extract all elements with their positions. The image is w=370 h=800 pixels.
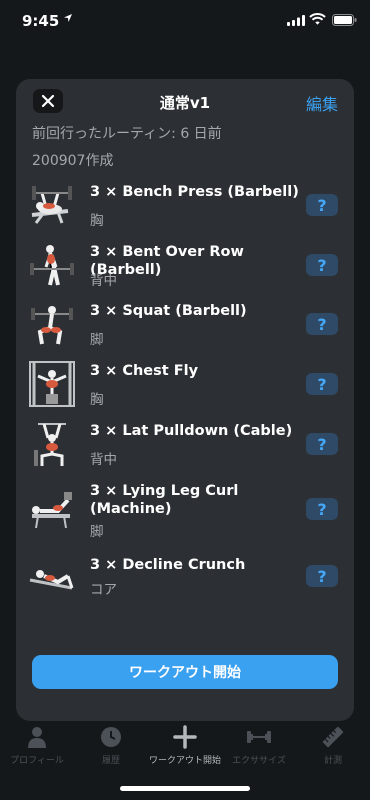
- tab-label: 履歴: [101, 756, 120, 766]
- exercise-row-lat-pulldown[interactable]: 3 × Lat Pulldown (Cable) 背中 ?: [16, 418, 354, 474]
- exercise-name: 3 × Decline Crunch: [90, 557, 246, 573]
- chest-fly-illustration-icon: [28, 360, 76, 408]
- exercise-muscle: 脚: [90, 332, 104, 348]
- bent-over-row-illustration-icon: [28, 241, 76, 289]
- exercise-row-decline-crunch[interactable]: 3 × Decline Crunch コア ?: [16, 552, 354, 608]
- exercise-muscle: 胸: [90, 213, 104, 229]
- exercise-muscle: 脚: [90, 524, 104, 540]
- routine-title: 通常v1: [159, 94, 211, 112]
- exercise-name: 3 × Bent Over Row (Barbell): [90, 244, 244, 278]
- status-bar: 9:45: [0, 0, 370, 44]
- decline-crunch-illustration-icon: [28, 554, 76, 602]
- ruler-icon: [322, 726, 344, 748]
- battery-icon: [332, 14, 357, 26]
- exercise-help-button[interactable]: ?: [306, 373, 338, 395]
- start-workout-button[interactable]: ワークアウト開始: [32, 655, 338, 689]
- status-time: 9:45: [22, 12, 60, 30]
- tab-label: エクササイズ: [232, 756, 286, 766]
- clock-icon: [101, 727, 121, 747]
- exercise-help-button[interactable]: ?: [306, 565, 338, 587]
- exercise-name: 3 × Chest Fly: [90, 363, 199, 379]
- exercise-muscle: 胸: [90, 392, 104, 408]
- plus-icon: [173, 725, 197, 749]
- cellular-signal-icon: [287, 15, 305, 26]
- edit-button[interactable]: 編集: [306, 91, 338, 115]
- exercise-name: 3 × Lat Pulldown (Cable): [90, 423, 293, 439]
- exercise-row-bent-over-row[interactable]: 3 × Bent Over Row (Barbell) 背中 ?: [16, 239, 354, 295]
- squat-illustration-icon: [28, 300, 76, 348]
- wifi-icon: [309, 13, 326, 25]
- exercise-help-button[interactable]: ?: [306, 433, 338, 455]
- tab-exercises[interactable]: エクササイズ: [222, 725, 296, 766]
- tab-start-workout[interactable]: ワークアウト開始: [148, 725, 222, 766]
- exercise-name: 3 × Lying Leg Curl (Machine): [90, 483, 239, 517]
- exercise-help-button[interactable]: ?: [306, 498, 338, 520]
- exercise-row-bench-press[interactable]: 3 × Bench Press (Barbell) 胸 ?: [16, 179, 354, 235]
- exercise-muscle: コア: [90, 582, 117, 598]
- dumbbell-icon: [247, 731, 271, 743]
- lying-leg-curl-illustration-icon: [28, 484, 76, 532]
- bench-press-illustration-icon: [28, 181, 76, 229]
- routine-sheet: 通常v1 編集 前回行ったルーティン: 6 日前 200907作成 3 × Be…: [16, 79, 354, 721]
- exercise-muscle: 背中: [90, 452, 117, 468]
- exercise-row-chest-fly[interactable]: 3 × Chest Fly 胸 ?: [16, 358, 354, 414]
- exercise-row-lying-leg-curl[interactable]: 3 × Lying Leg Curl (Machine) 脚 ?: [16, 478, 354, 548]
- tab-profile[interactable]: プロフィール: [0, 725, 74, 766]
- profile-icon: [28, 727, 46, 748]
- exercise-help-button[interactable]: ?: [306, 254, 338, 276]
- lat-pulldown-illustration-icon: [28, 420, 76, 468]
- tab-label: ワークアウト開始: [148, 756, 221, 766]
- last-performed-text: 前回行ったルーティン: 6 日前: [32, 126, 222, 142]
- created-text: 200907作成: [32, 153, 114, 169]
- home-indicator: [120, 786, 250, 791]
- tab-label: 計測: [323, 756, 342, 766]
- tab-measurements[interactable]: 計測: [296, 725, 370, 766]
- exercise-help-button[interactable]: ?: [306, 313, 338, 335]
- tab-history[interactable]: 履歴: [74, 725, 148, 766]
- location-arrow-icon: [64, 14, 72, 22]
- exercise-name: 3 × Bench Press (Barbell): [90, 184, 299, 200]
- exercise-help-button[interactable]: ?: [306, 194, 338, 216]
- tab-label: プロフィール: [10, 756, 64, 766]
- exercise-row-squat[interactable]: 3 × Squat (Barbell) 脚 ?: [16, 298, 354, 354]
- exercise-name: 3 × Squat (Barbell): [90, 303, 247, 319]
- exercise-muscle: 背中: [90, 273, 117, 289]
